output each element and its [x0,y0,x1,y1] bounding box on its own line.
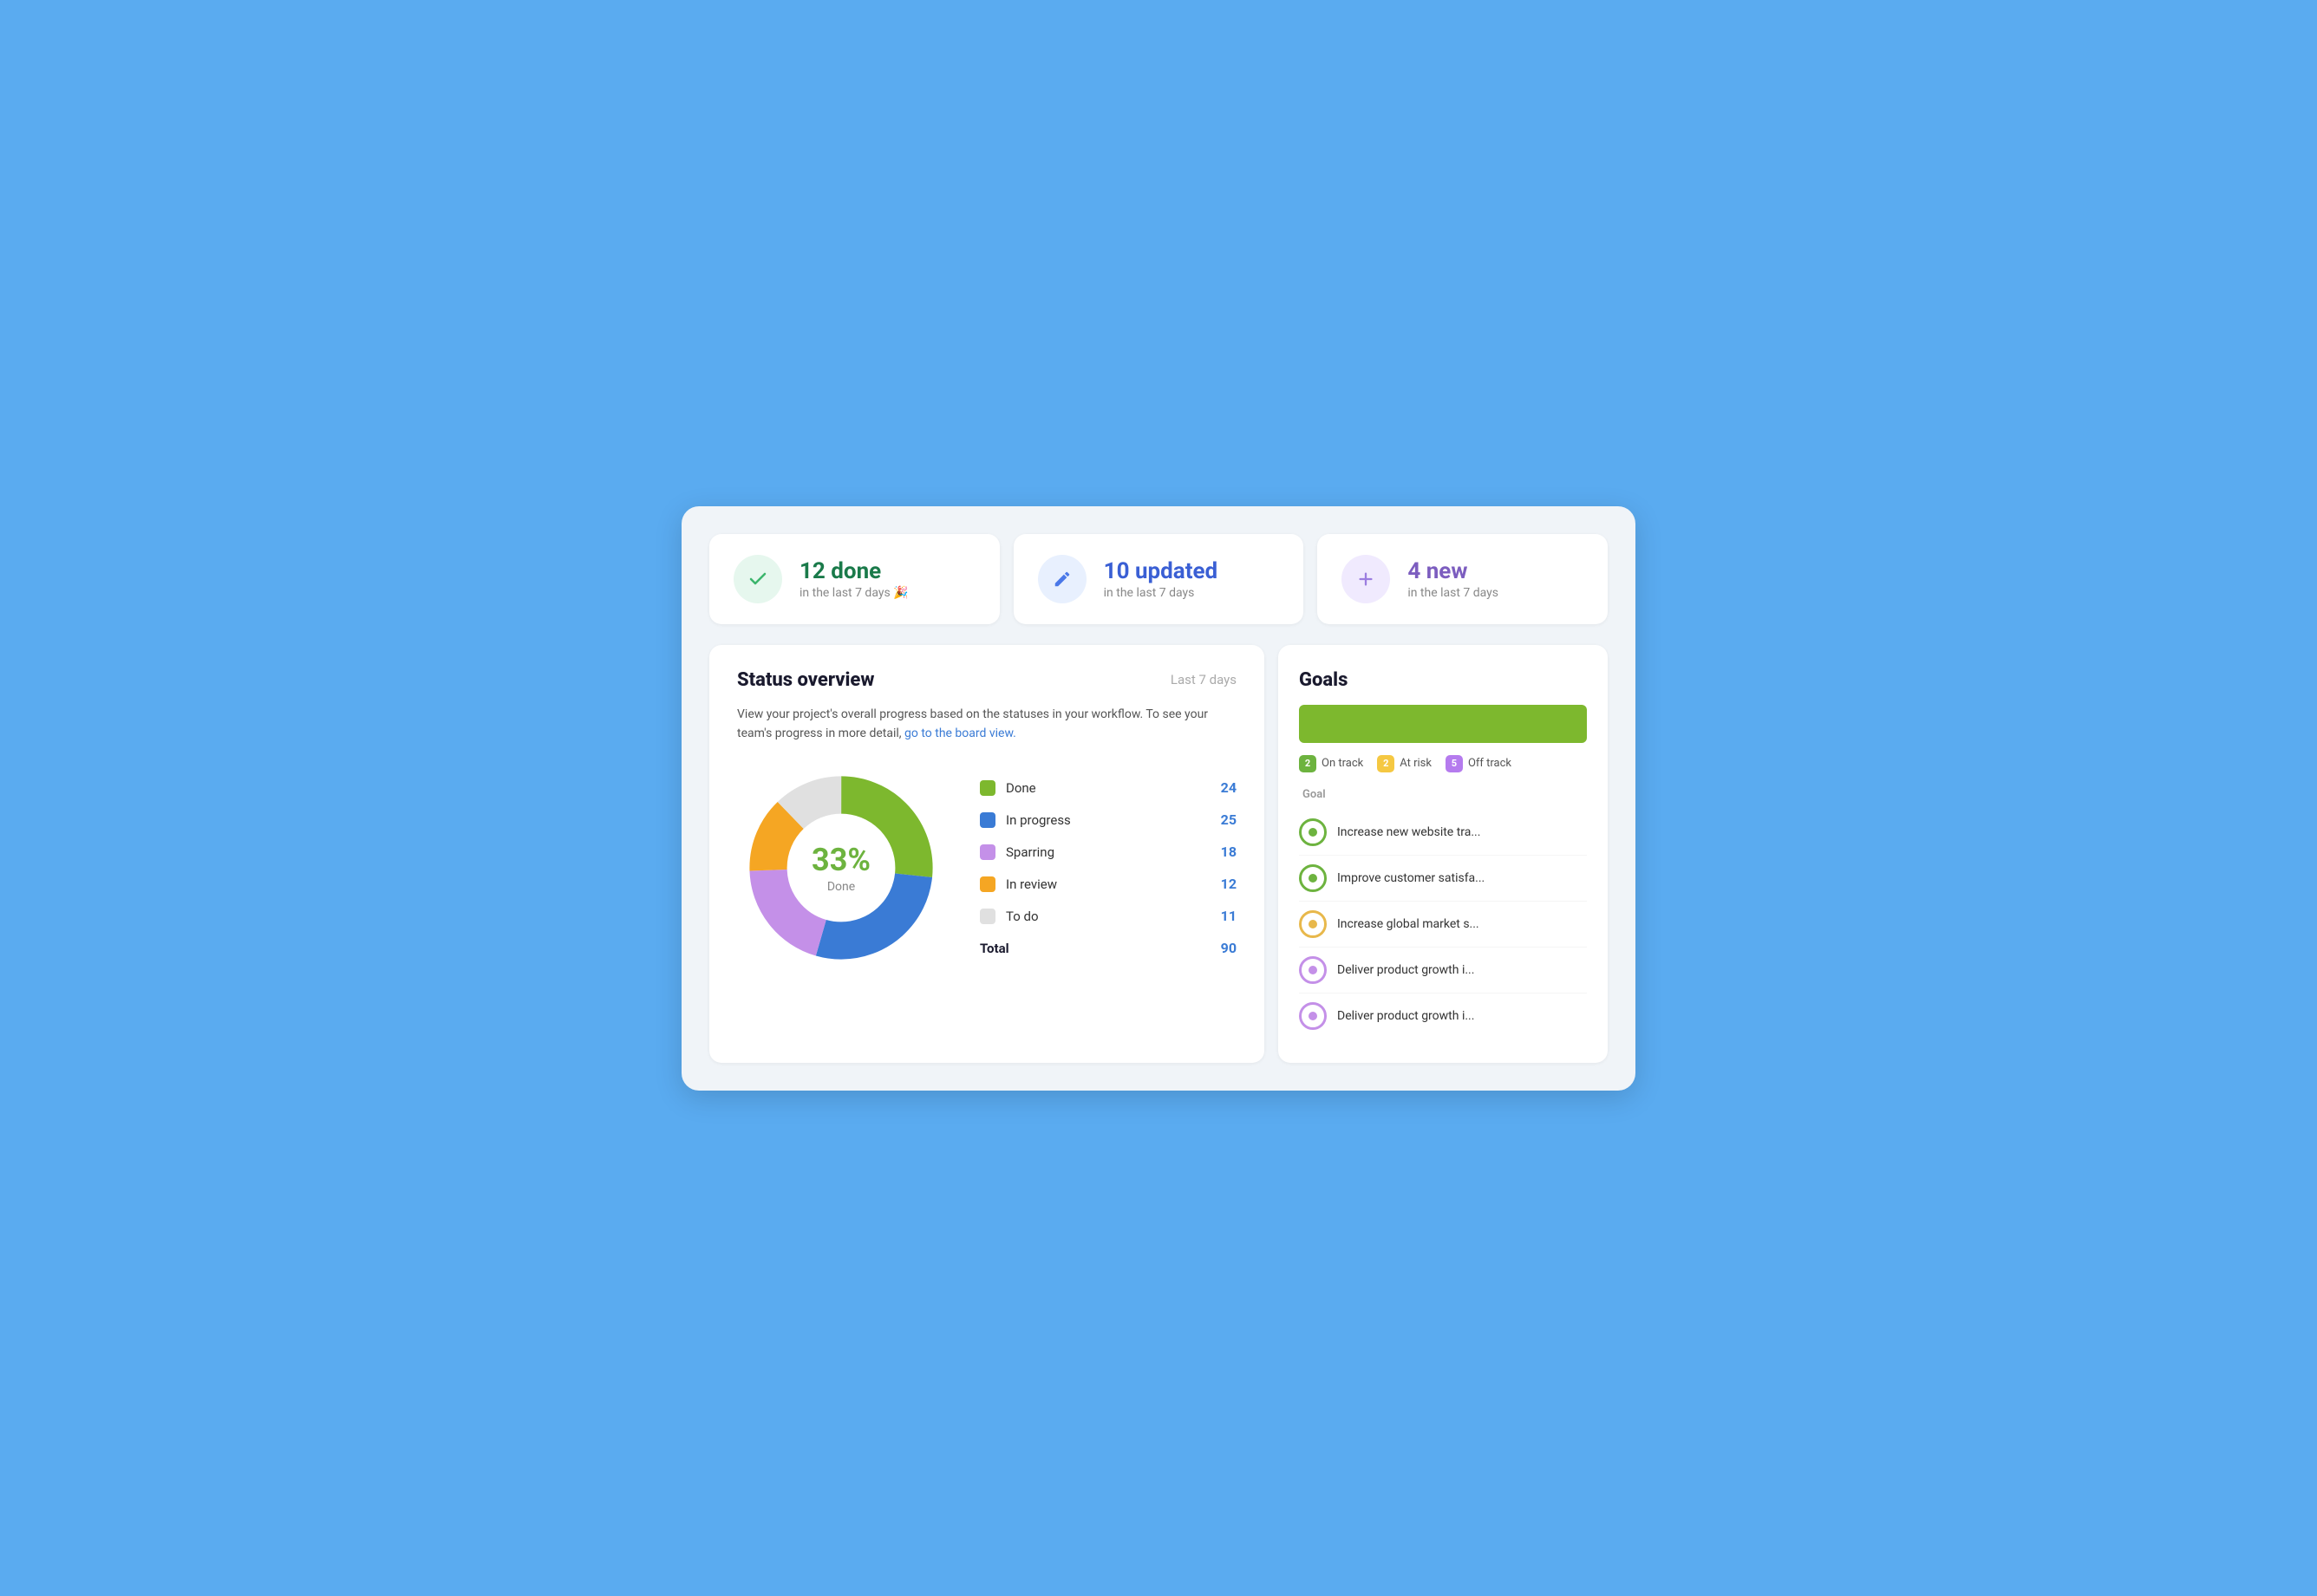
chart-legend: Done 24 In progress 25 [980,779,1237,956]
goals-legend-at-risk: 2 At risk [1377,755,1432,772]
donut-chart: 33% Done [737,764,945,972]
goal-name-3: Deliver product growth i... [1337,963,1474,977]
legend-dot-todo [980,909,995,924]
badge-at-risk: 2 [1377,755,1394,772]
goals-bar [1299,705,1587,743]
goal-icon-3 [1299,956,1327,984]
goal-name-0: Increase new website tra... [1337,825,1480,839]
status-panel-header: Status overview Last 7 days [737,669,1237,691]
legend-dot-inprogress [980,812,995,828]
status-description: View your project's overall progress bas… [737,705,1237,744]
legend-item-inreview: In review 12 [980,876,1237,892]
goal-icon-inner-4 [1309,1012,1317,1020]
legend-dot-inreview [980,876,995,892]
legend-name-inprogress: In progress [1006,812,1071,828]
plus-icon [1356,570,1375,589]
legend-total-label: Total [980,941,1009,956]
goal-icon-inner-2 [1309,920,1317,928]
legend-name-done: Done [1006,780,1036,796]
updated-number: 10 updated [1104,558,1218,584]
updated-icon-circle [1038,555,1087,603]
label-on-track: On track [1322,757,1363,770]
stat-text-updated: 10 updated in the last 7 days [1104,558,1218,600]
stat-card-new: 4 new in the last 7 days [1317,534,1608,624]
done-number: 12 done [800,558,909,584]
badge-off-track: 5 [1446,755,1463,772]
goal-item-3[interactable]: Deliver product growth i... [1299,948,1587,993]
updated-sub: in the last 7 days [1104,586,1218,600]
donut-center: 33% Done [812,842,871,894]
legend-val-inreview: 12 [1221,876,1237,892]
status-panel-title: Status overview [737,669,874,691]
goals-panel: Goals 2 On track 2 At risk 5 Off track G… [1278,645,1608,1063]
goals-legend-on-track: 2 On track [1299,755,1363,772]
status-panel: Status overview Last 7 days View your pr… [709,645,1264,1063]
goal-item-4[interactable]: Deliver product growth i... [1299,993,1587,1039]
goals-legend: 2 On track 2 At risk 5 Off track [1299,755,1587,772]
goal-icon-inner-0 [1309,828,1317,837]
goal-icon-4 [1299,1002,1327,1030]
legend-dot-done [980,780,995,796]
legend-left-sparring: Sparring [980,844,1054,860]
goal-item-1[interactable]: Improve customer satisfa... [1299,856,1587,902]
goal-name-4: Deliver product growth i... [1337,1009,1474,1023]
donut-label: Done [812,880,871,894]
goal-icon-1 [1299,864,1327,892]
done-icon-circle [734,555,782,603]
legend-item-done: Done 24 [980,779,1237,796]
legend-val-inprogress: 25 [1221,811,1237,828]
goal-icon-inner-3 [1309,966,1317,974]
legend-name-todo: To do [1006,909,1039,924]
stat-card-done: 12 done in the last 7 days 🎉 [709,534,1000,624]
check-icon [747,569,768,590]
goal-icon-inner-1 [1309,874,1317,883]
goal-item-2[interactable]: Increase global market s... [1299,902,1587,948]
legend-val-done: 24 [1221,779,1237,796]
goal-icon-2 [1299,910,1327,938]
label-at-risk: At risk [1400,757,1432,770]
goals-column-header: Goal [1299,788,1587,801]
bottom-panels: Status overview Last 7 days View your pr… [709,645,1608,1063]
status-time-label: Last 7 days [1171,672,1237,687]
legend-val-todo: 11 [1221,908,1237,924]
goal-item-0[interactable]: Increase new website tra... [1299,810,1587,856]
badge-on-track: 2 [1299,755,1316,772]
legend-item-sparring: Sparring 18 [980,844,1237,860]
goal-name-1: Improve customer satisfa... [1337,871,1485,885]
goals-legend-off-track: 5 Off track [1446,755,1511,772]
legend-item-todo: To do 11 [980,908,1237,924]
main-container: 12 done in the last 7 days 🎉 10 updated … [682,506,1635,1091]
goal-icon-0 [1299,818,1327,846]
stat-text-new: 4 new in the last 7 days [1407,558,1498,600]
legend-left-done: Done [980,780,1036,796]
stat-text-done: 12 done in the last 7 days 🎉 [800,558,909,600]
board-view-link[interactable]: go to the board view. [904,726,1016,740]
legend-name-inreview: In review [1006,876,1057,892]
stat-cards-row: 12 done in the last 7 days 🎉 10 updated … [709,534,1608,624]
legend-dot-sparring [980,844,995,860]
legend-name-sparring: Sparring [1006,844,1054,860]
goals-title: Goals [1299,669,1587,691]
label-off-track: Off track [1468,757,1511,770]
goal-name-2: Increase global market s... [1337,917,1479,931]
legend-item-inprogress: In progress 25 [980,811,1237,828]
donut-percent: 33% [812,842,871,878]
legend-val-sparring: 18 [1221,844,1237,860]
legend-total-row: Total 90 [980,940,1237,956]
legend-left-inprogress: In progress [980,812,1071,828]
stat-card-updated: 10 updated in the last 7 days [1014,534,1304,624]
legend-left-todo: To do [980,909,1039,924]
legend-total-val: 90 [1221,940,1237,956]
done-sub: in the last 7 days 🎉 [800,586,909,600]
legend-left-inreview: In review [980,876,1057,892]
new-icon-circle [1341,555,1390,603]
new-number: 4 new [1407,558,1498,584]
new-sub: in the last 7 days [1407,586,1498,600]
pencil-icon [1053,570,1072,589]
chart-area: 33% Done Done 24 [737,764,1237,972]
